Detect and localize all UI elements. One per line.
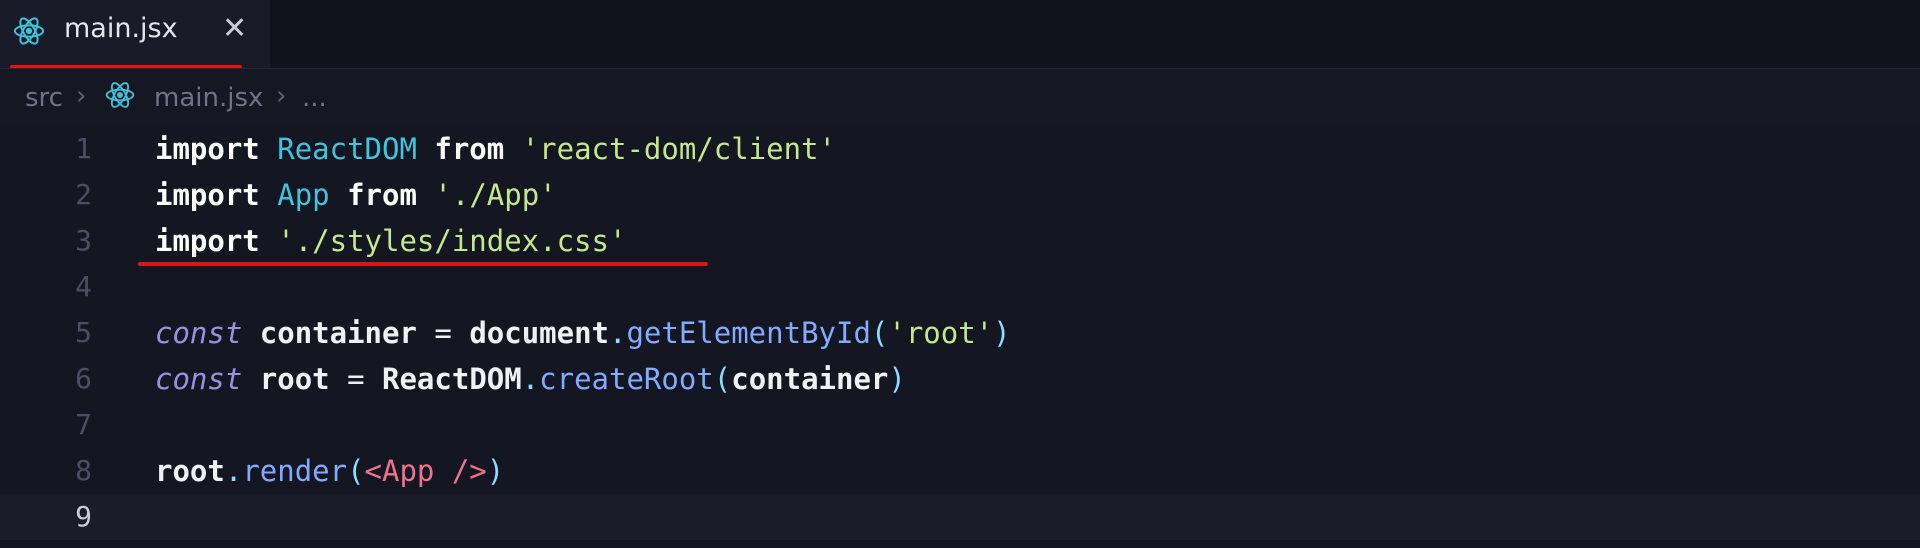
breadcrumb-file[interactable]: main.jsx xyxy=(154,83,263,113)
breadcrumb-more[interactable]: ... xyxy=(302,83,327,113)
tab-label: main.jsx xyxy=(64,13,178,44)
chevron-right-icon: › xyxy=(276,81,287,111)
react-icon xyxy=(105,82,135,108)
code-text: root.render(<App />) xyxy=(155,448,504,494)
line-number: 2 xyxy=(75,178,92,211)
line-number: 1 xyxy=(75,132,92,165)
breadcrumb-folder[interactable]: src xyxy=(25,83,63,113)
code-line[interactable]: 3 import './styles/index.css' xyxy=(0,218,1920,264)
code-line[interactable]: 5 const container = document.getElementBy… xyxy=(0,310,1920,356)
code-token: './styles/index.css' xyxy=(277,224,627,258)
code-token: './App' xyxy=(434,178,557,212)
line-number: 4 xyxy=(75,270,92,303)
code-line[interactable]: 7 xyxy=(0,402,1920,448)
code-token: = xyxy=(329,362,383,396)
code-text: import ReactDOM from 'react-dom/client' xyxy=(155,126,836,172)
code-token: 'react-dom/client' xyxy=(521,132,836,166)
code-token: from xyxy=(347,178,417,212)
code-token: ( xyxy=(713,362,732,396)
code-token: from xyxy=(434,132,505,166)
line-number: 6 xyxy=(75,362,92,395)
code-line[interactable]: 1 import ReactDOM from 'react-dom/client' xyxy=(0,126,1920,172)
code-token: ) xyxy=(993,316,1011,350)
code-token: getElementById xyxy=(626,316,871,350)
code-token: ) xyxy=(486,454,505,488)
code-token: ( xyxy=(347,454,365,488)
code-text: const container = document.getElementByI… xyxy=(155,310,1011,356)
line-annotation-underline xyxy=(138,262,708,266)
code-token: 'root' xyxy=(888,316,994,350)
code-editor[interactable]: 1 import ReactDOM from 'react-dom/client'… xyxy=(0,124,1920,548)
code-token: ) xyxy=(888,362,906,396)
code-token: container xyxy=(259,316,417,350)
line-number: 3 xyxy=(75,224,92,257)
code-token: import xyxy=(155,132,260,166)
code-line[interactable]: 2 import App from './App' xyxy=(0,172,1920,218)
code-token: root xyxy=(155,454,225,488)
code-token: App xyxy=(277,178,330,212)
code-token: createRoot xyxy=(539,362,714,396)
line-number: 5 xyxy=(75,316,92,349)
code-token: import xyxy=(155,224,260,258)
breadcrumb: src › main.jsx › ... xyxy=(0,68,1920,125)
code-token: . xyxy=(224,454,243,488)
react-icon xyxy=(13,17,45,45)
code-token: ReactDOM xyxy=(277,132,417,166)
code-token: import xyxy=(155,178,260,212)
code-line[interactable]: 9 xyxy=(0,494,1920,540)
code-token: document xyxy=(469,316,609,350)
code-token: const xyxy=(155,362,243,396)
code-token: render xyxy=(242,454,348,488)
code-text: import './styles/index.css' xyxy=(155,218,626,264)
close-icon[interactable]: ✕ xyxy=(222,12,247,46)
code-text: const root = ReactDOM.createRoot(contain… xyxy=(155,356,906,402)
code-token: container xyxy=(731,362,889,396)
code-token: <App /> xyxy=(364,454,487,488)
code-line[interactable]: 6 const root = ReactDOM.createRoot(contai… xyxy=(0,356,1920,402)
tab-main-jsx[interactable]: main.jsx ✕ xyxy=(0,0,270,68)
code-token: ( xyxy=(870,316,889,350)
chevron-right-icon: › xyxy=(76,81,87,111)
line-number: 7 xyxy=(75,408,92,441)
code-token: ReactDOM xyxy=(382,362,522,396)
code-token: . xyxy=(609,316,627,350)
line-number: 8 xyxy=(75,454,92,487)
code-text: import App from './App' xyxy=(155,172,557,218)
tab-bar: main.jsx ✕ xyxy=(0,0,1920,69)
line-number: 9 xyxy=(75,500,92,533)
code-line[interactable]: 8 root.render(<App />) xyxy=(0,448,1920,494)
code-token: const xyxy=(155,316,243,350)
code-line[interactable]: 4 xyxy=(0,264,1920,310)
code-token: = xyxy=(416,316,470,350)
code-token: . xyxy=(521,362,540,396)
code-token: root xyxy=(259,362,330,396)
